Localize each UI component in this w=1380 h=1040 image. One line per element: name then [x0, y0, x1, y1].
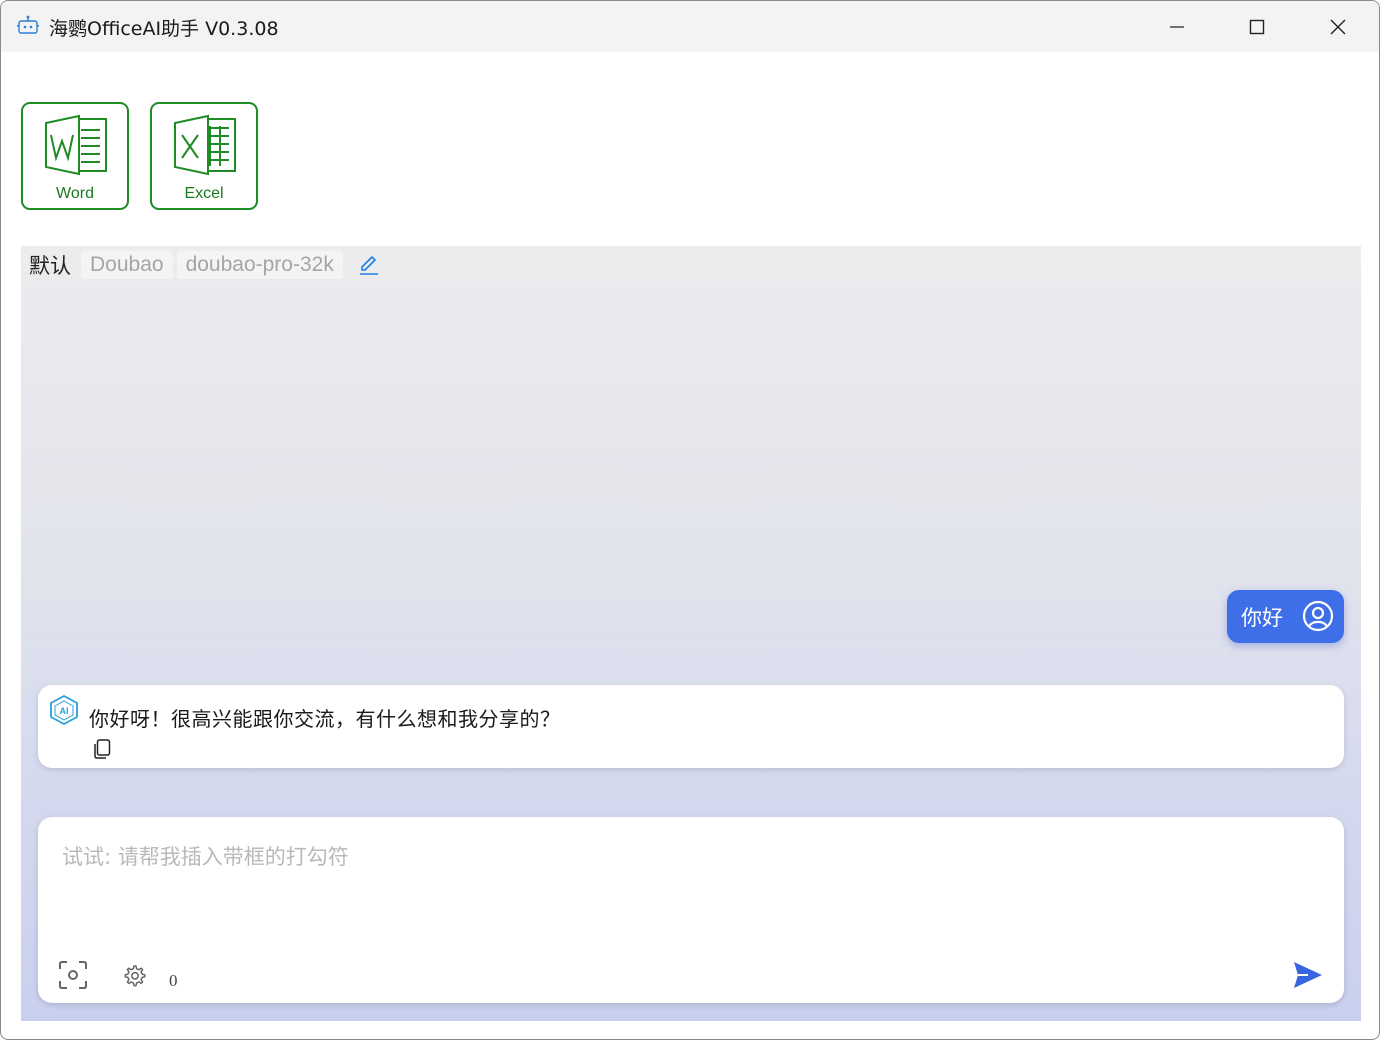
copy-icon[interactable]	[93, 739, 111, 759]
edit-pencil-icon[interactable]	[357, 253, 381, 277]
provider-tag: Doubao	[81, 251, 173, 279]
model-tag: doubao-pro-32k	[176, 251, 343, 279]
window-title: 海鹦OfficeAI助手 V0.3.08	[49, 18, 279, 40]
screenshot-icon[interactable]	[57, 959, 89, 991]
chat-input[interactable]	[60, 839, 1304, 943]
maximize-button[interactable]	[1217, 1, 1297, 52]
user-message-bubble: 你好	[1227, 590, 1344, 643]
minimize-icon	[1170, 25, 1184, 28]
ai-message-text: 你好呀！很高兴能跟你交流，有什么想和我分享的？	[89, 707, 561, 731]
ai-message-card: AI 你好呀！很高兴能跟你交流，有什么想和我分享的？	[38, 685, 1344, 768]
title-bar[interactable]: 海鹦OfficeAI助手 V0.3.08	[1, 1, 1379, 52]
close-icon	[1330, 19, 1346, 34]
chat-panel: 默认 Doubao doubao-pro-32k 你好 AI 你好呀！很高兴能跟…	[21, 246, 1361, 1021]
excel-icon	[174, 114, 236, 176]
robot-icon	[17, 15, 39, 37]
word-app-button[interactable]: Word	[21, 102, 129, 210]
profile-name: 默认	[29, 254, 71, 278]
word-label: Word	[56, 185, 94, 202]
svg-text:AI: AI	[60, 706, 69, 716]
send-icon[interactable]	[1292, 959, 1324, 991]
maximize-icon	[1249, 19, 1265, 34]
chat-input-box: 0	[38, 817, 1344, 1003]
close-button[interactable]	[1298, 1, 1378, 52]
user-avatar-icon	[1302, 600, 1334, 632]
token-count: 0	[169, 971, 178, 990]
excel-app-button[interactable]: Excel	[150, 102, 258, 210]
word-icon	[45, 114, 107, 176]
minimize-button[interactable]	[1137, 1, 1217, 52]
gear-icon[interactable]	[122, 964, 146, 988]
excel-label: Excel	[184, 185, 224, 202]
user-message-text: 你好	[1241, 605, 1283, 630]
app-window: 海鹦OfficeAI助手 V0.3.08 Word Excel 默认 Douba…	[0, 0, 1380, 1040]
model-bar: 默认 Doubao doubao-pro-32k	[29, 248, 381, 282]
ai-logo-icon: AI	[49, 694, 79, 726]
